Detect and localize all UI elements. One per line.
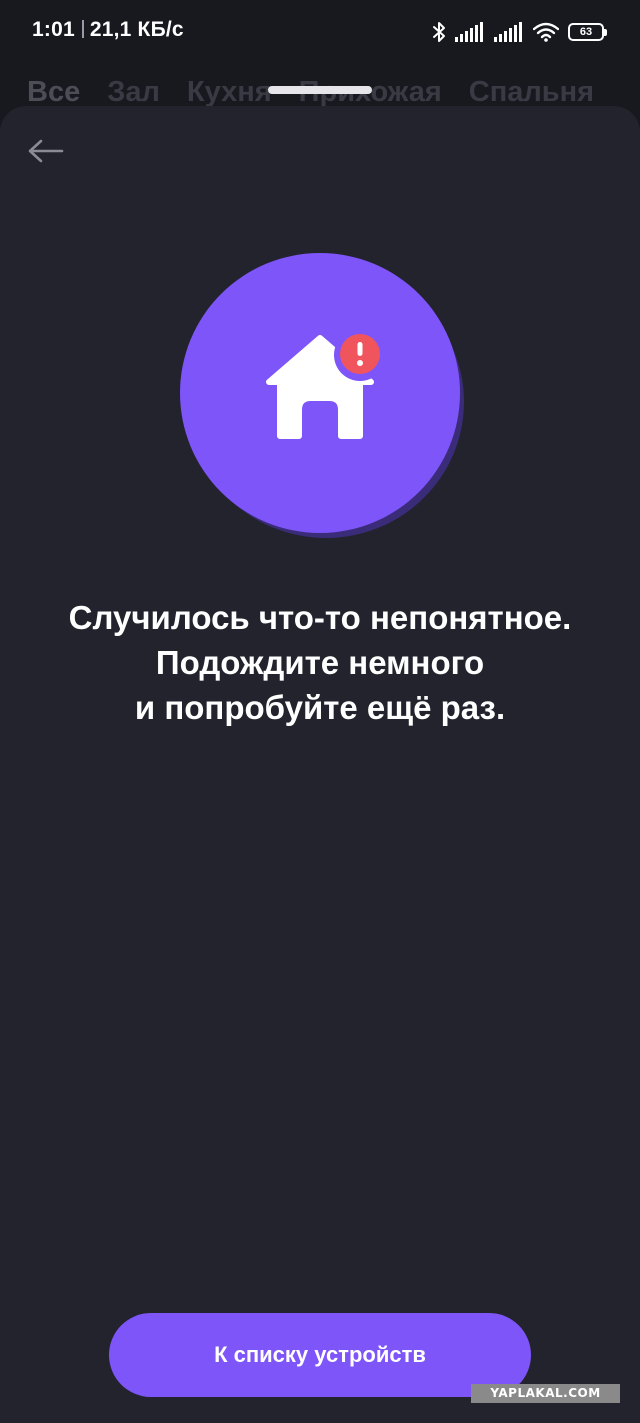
signal-icon <box>455 22 483 42</box>
battery-icon: 63 <box>568 23 607 41</box>
tab-hall: Зал <box>107 76 160 108</box>
battery-tip <box>604 29 607 36</box>
bluetooth-icon <box>433 22 445 42</box>
tab-bedroom: Спальня <box>468 76 595 108</box>
to-device-list-button[interactable]: К списку устройств <box>109 1313 531 1397</box>
status-separator <box>81 20 84 38</box>
signal-icon <box>494 22 522 42</box>
status-icons: 63 <box>432 18 607 46</box>
error-illustration <box>176 250 466 540</box>
watermark: YAPLAKAL.COM <box>471 1384 620 1403</box>
battery-level: 63 <box>579 25 593 38</box>
error-message: Случилось что-то непонятное. Подождите н… <box>0 595 640 730</box>
sheet-grabber[interactable] <box>268 86 372 94</box>
screen: 1:01 21,1 КБ/с 63 Все Зал Кухня Спальня … <box>0 0 640 1423</box>
network-speed: 21,1 КБ/с <box>89 18 184 41</box>
error-message-line: и попробуйте ещё раз. <box>134 689 506 726</box>
back-button[interactable] <box>26 137 66 165</box>
wifi-icon <box>533 22 559 42</box>
tab-kitchen: Кухня <box>186 76 272 108</box>
status-left: 1:01 21,1 КБ/с <box>32 18 184 42</box>
tab-all: Все <box>27 76 81 108</box>
error-message-line: Случилось что-то непонятное. <box>68 599 572 636</box>
status-time: 1:01 <box>32 18 75 41</box>
status-bar: 1:01 21,1 КБ/с 63 <box>0 0 640 62</box>
home-error-icon <box>180 253 464 538</box>
error-message-line: Подождите немного <box>155 644 485 681</box>
arrow-left-icon <box>28 139 64 163</box>
